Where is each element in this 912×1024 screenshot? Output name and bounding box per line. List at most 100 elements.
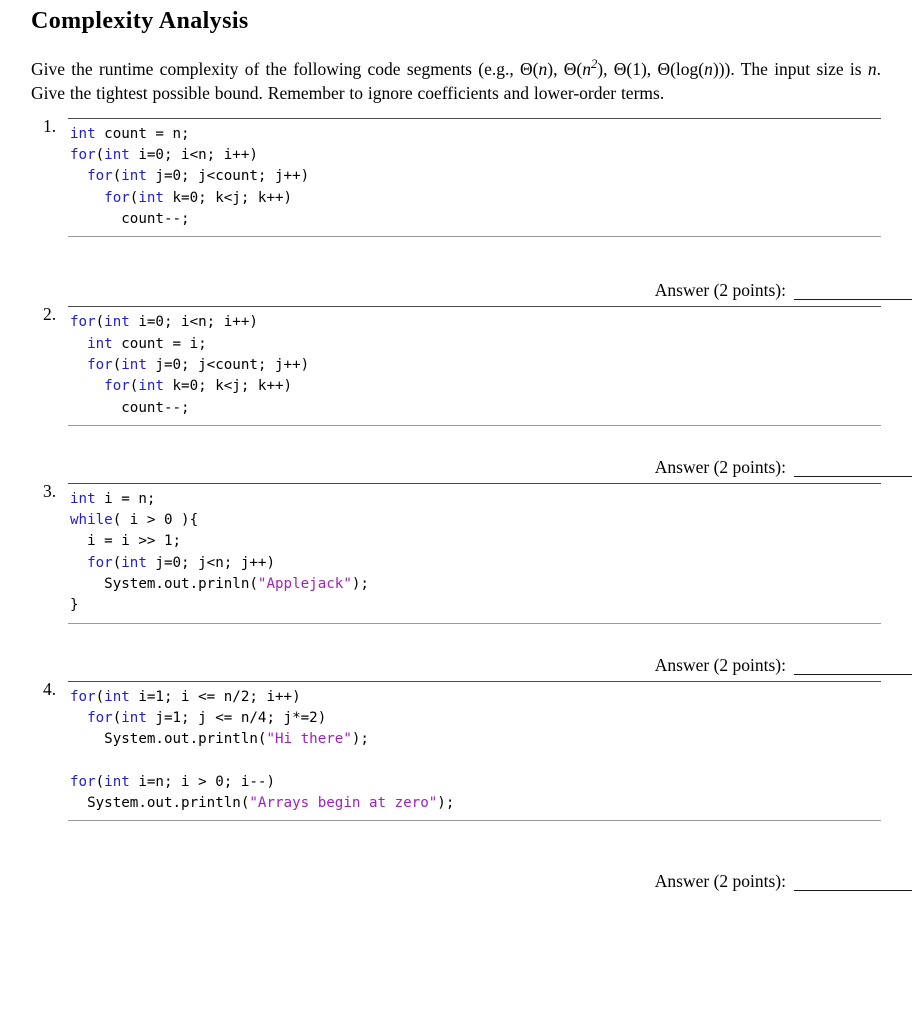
code-text: );: [351, 575, 369, 592]
code-keyword: int: [87, 335, 113, 352]
code-keyword: int: [138, 378, 164, 395]
answer-row-2: Answer (2 points):: [68, 433, 912, 477]
code-text: count = i;: [112, 335, 207, 352]
code-string: "Hi there": [266, 731, 352, 748]
input-size-var: n: [867, 58, 877, 79]
code-text: System.out.println(: [70, 731, 267, 748]
code-text: (: [112, 709, 122, 726]
code-keyword: for: [104, 189, 130, 206]
code-text: (: [112, 554, 122, 571]
code-text: System.out.prinln(: [70, 575, 258, 592]
answer-row-1: Answer (2 points):: [68, 256, 912, 301]
code-rule-top-4: [68, 680, 881, 682]
code-rule-top-3: [68, 482, 881, 484]
question-item-4: 4. for(int i=1; i <= n/2; i++) for(int j…: [31, 678, 912, 892]
code-keyword: int: [104, 773, 130, 790]
code-text: count--;: [70, 211, 190, 228]
code-keyword: int: [104, 688, 130, 705]
code-keyword: int: [138, 189, 164, 206]
code-keyword: int: [70, 125, 96, 142]
theta-one: Θ(1),: [613, 58, 658, 79]
theta-logn-var: n: [704, 58, 713, 79]
code-text: i=1; i <= n/2; i++): [129, 688, 301, 705]
code-text: (: [95, 314, 105, 331]
code-keyword: for: [87, 168, 113, 185]
code-text: count--;: [70, 399, 190, 416]
answer-blank-4[interactable]: [794, 876, 912, 892]
question-number-4: 4.: [43, 678, 57, 699]
code-keyword: int: [104, 314, 130, 331]
theta-n2-open: Θ(: [563, 58, 583, 79]
code-text: i=0; i<n; i++): [129, 147, 258, 164]
answer-label-2: Answer (2 points):: [654, 456, 786, 477]
code-text: k=0; k<j; k++): [163, 378, 293, 395]
code-text: j=0; j<count; j++): [146, 168, 310, 185]
code-text: i = n;: [95, 490, 156, 507]
code-keyword: for: [70, 688, 96, 705]
theta-logn-close: ))).: [712, 58, 735, 79]
question-item-1: 1. int count = n; for(int i=0; i<n; i++)…: [31, 115, 912, 301]
code-keyword: while: [70, 512, 113, 529]
code-text: }: [70, 597, 79, 614]
theta-n-open: Θ(: [520, 58, 539, 79]
theta-n2-close: ),: [597, 58, 614, 79]
code-text: count = n;: [95, 125, 190, 142]
question-number-1: 1.: [43, 115, 57, 136]
code-text: );: [437, 795, 455, 812]
code-keyword: for: [70, 773, 96, 790]
question-item-2: 2. for(int i=0; i<n; i++) int count = i;…: [31, 304, 912, 477]
code-keyword: for: [104, 378, 130, 395]
code-block-4: for(int i=1; i <= n/2; i++) for(int j=1;…: [68, 687, 881, 815]
answer-blank-2[interactable]: [794, 462, 912, 477]
code-string: "Arrays begin at zero": [249, 795, 438, 812]
code-keyword: int: [70, 490, 96, 507]
code-text: i=n; i > 0; i--): [129, 773, 276, 790]
answer-blank-1[interactable]: [794, 285, 912, 301]
code-text: j=1; j <= n/4; j*=2): [146, 709, 327, 726]
code-text: ( i > 0 ){: [112, 512, 199, 529]
code-text: i=0; i<n; i++): [129, 314, 258, 331]
code-keyword: int: [121, 168, 147, 185]
code-text: System.out.println(: [70, 795, 250, 812]
code-text: j=0; j<n; j++): [146, 554, 276, 571]
question-number-2: 2.: [43, 304, 57, 325]
theta-n2-var: n: [582, 58, 591, 79]
theta-logn-open: Θ(log(: [657, 58, 705, 79]
code-keyword: int: [121, 356, 147, 373]
code-rule-top-2: [68, 306, 881, 308]
code-text: (: [95, 147, 105, 164]
code-keyword: for: [87, 709, 113, 726]
code-keyword: for: [87, 356, 113, 373]
code-keyword: for: [70, 147, 96, 164]
code-string: "Applejack": [257, 575, 352, 592]
answer-row-3: Answer (2 points):: [68, 631, 912, 675]
code-keyword: int: [121, 709, 147, 726]
answer-label-3: Answer (2 points):: [654, 654, 786, 675]
answer-row-4: Answer (2 points):: [68, 847, 912, 892]
page-title: Complexity Analysis: [31, 8, 249, 34]
code-keyword: int: [121, 554, 147, 571]
question-list: 1. int count = n; for(int i=0; i<n; i++)…: [31, 115, 912, 892]
code-keyword: for: [70, 314, 96, 331]
code-text: (: [112, 356, 122, 373]
intro-text-part1: Give the runtime complexity of the follo…: [31, 58, 521, 79]
code-keyword: for: [87, 554, 113, 571]
code-text: (: [95, 773, 105, 790]
theta-n-var: n: [538, 58, 548, 79]
code-text: );: [351, 731, 369, 748]
intro-text-part2a: The input size is: [734, 58, 868, 79]
code-text: j=0; j<count; j++): [146, 356, 310, 373]
answer-label-1: Answer (2 points):: [654, 280, 786, 301]
answer-label-4: Answer (2 points):: [654, 871, 786, 892]
code-text: (: [95, 688, 105, 705]
answer-blank-3[interactable]: [794, 660, 912, 675]
code-block-1: int count = n; for(int i=0; i<n; i++) fo…: [68, 124, 881, 230]
